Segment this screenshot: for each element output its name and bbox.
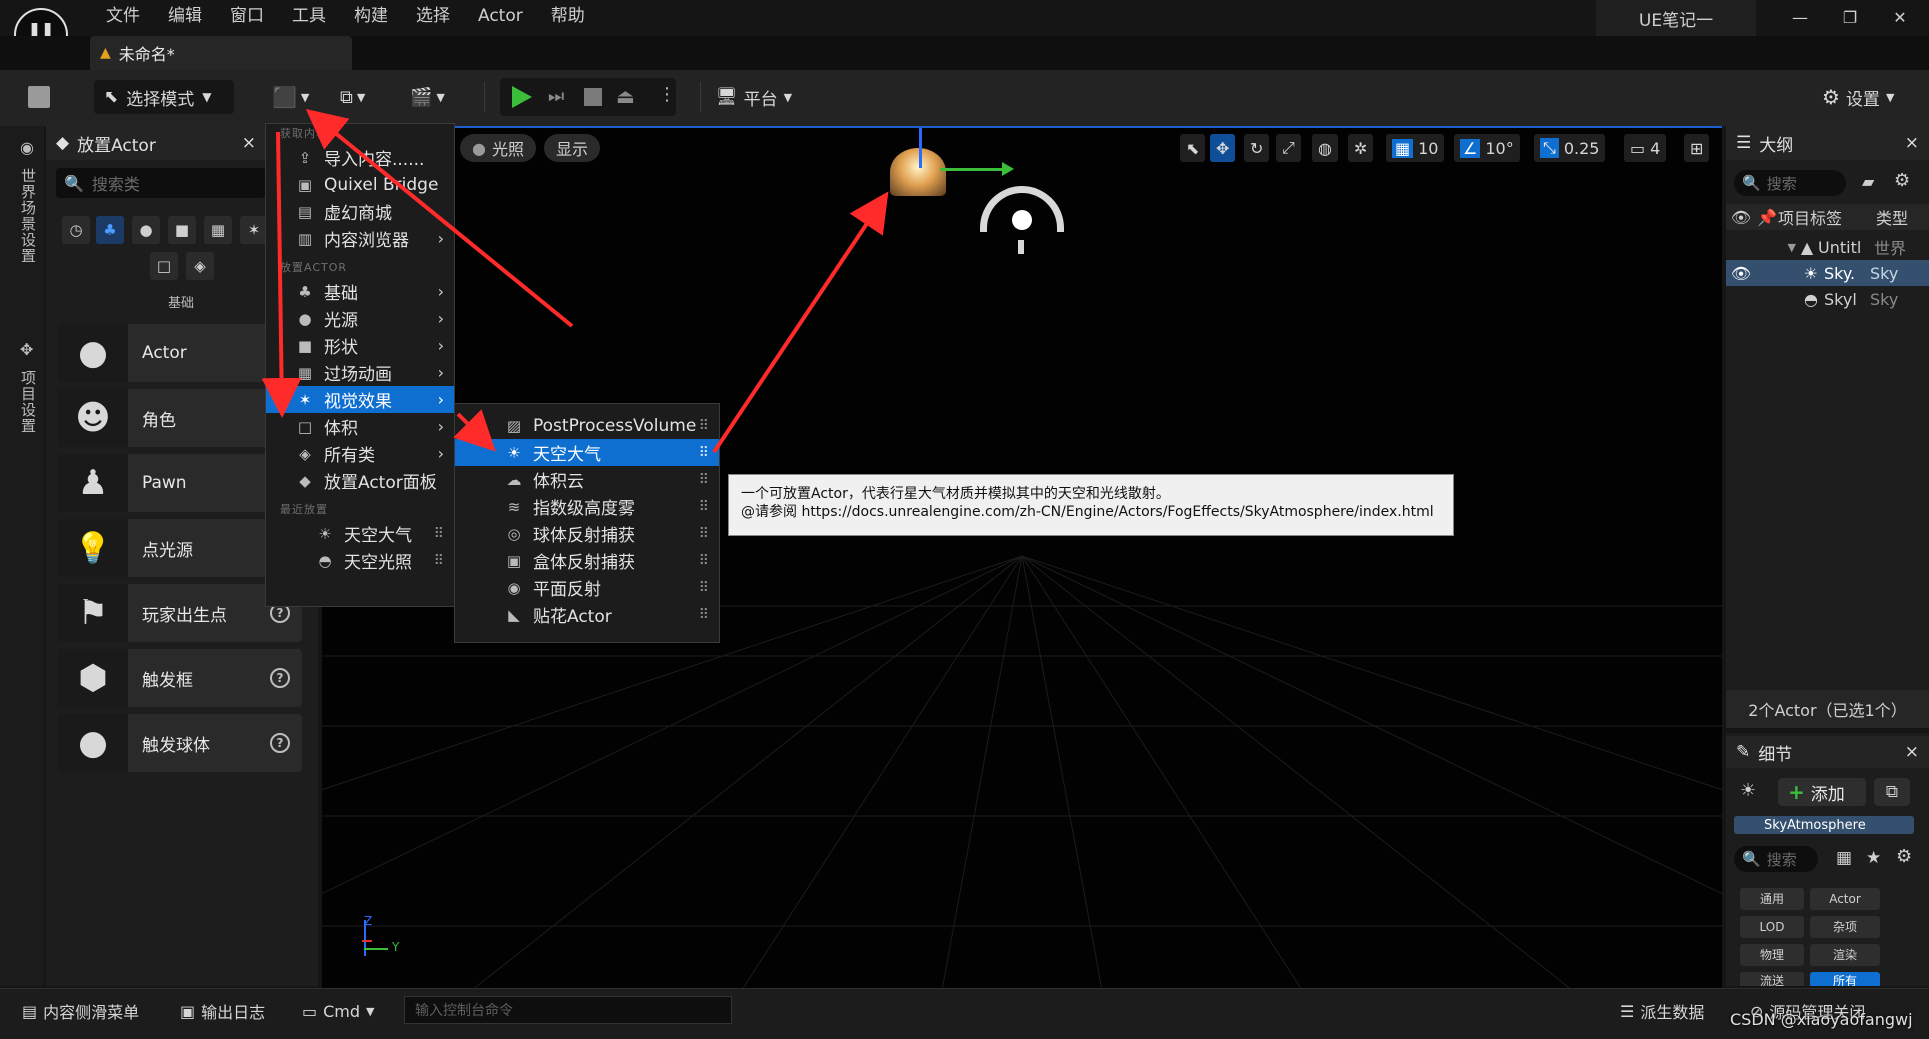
arrow-to-viewport-actor	[712, 191, 889, 454]
arrow-to-sky-atmosphere	[453, 409, 496, 452]
red-arrow-set	[261, 108, 889, 454]
arrow-to-visual-effects	[261, 131, 302, 418]
arrow-to-add-button	[305, 108, 574, 328]
annotation-arrows	[261, 108, 889, 454]
